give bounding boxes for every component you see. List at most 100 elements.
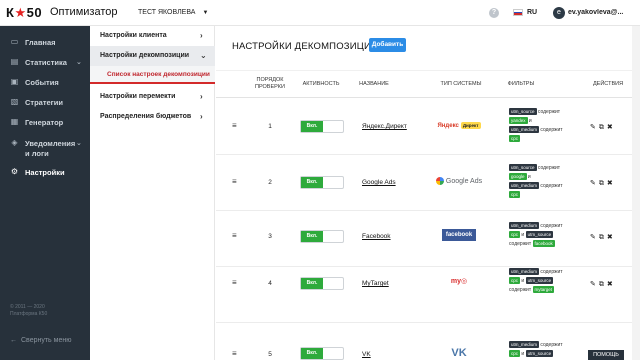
top-bar: К★50 Оптимизатор ТЕСТ ЯКОВЛЕВА ▼ ? RU e e… [0,0,640,26]
edit-icon[interactable]: ✎ [590,233,596,241]
filters-cell: utm_source содержит yandex и utm_medium … [509,108,563,143]
sidebar-item-generator[interactable]: ▦ Генератор [0,112,90,132]
column-actions: ДЕЙСТВИЯ [592,81,624,87]
chevron-right-icon: › [200,112,203,121]
filters-cell: utm_medium содержит cpc и utm_source сод… [509,268,563,294]
delete-icon[interactable]: ✖ [607,233,613,241]
project-selector[interactable]: ТЕСТ ЯКОВЛЕВА ▼ [138,9,208,16]
chart-icon: ▤ [10,57,19,66]
help-button[interactable]: ПОМОЩЬ [588,350,624,360]
star-icon: ★ [14,5,27,20]
caret-down-icon: ▼ [202,10,209,16]
collapse-menu-button[interactable]: ← Свернуть меню [10,337,75,344]
table-row: ≡ 2 Вкл. Google Ads Google Ads utm_sourc… [216,155,640,211]
copy-icon[interactable]: ⧉ [599,234,604,242]
edit-icon[interactable]: ✎ [590,123,596,131]
drag-handle-icon[interactable]: ≡ [232,349,237,358]
activity-toggle[interactable]: Вкл. [300,120,344,133]
activity-toggle[interactable]: Вкл. [300,347,344,360]
delete-icon[interactable]: ✖ [607,179,613,187]
copy-icon[interactable]: ⧉ [599,180,604,188]
filters-cell: utm_medium содержит cpc и utm_source [509,341,563,358]
yandex-direct-logo: Яндекс Директ [437,121,481,129]
sidebar-item-strategies[interactable]: ▧ Стратегии [0,92,90,112]
decomposition-name-link[interactable]: Google Ads [362,179,396,186]
subnav-item-decomposition-list[interactable]: Список настроек декомпозиции [90,66,215,84]
chevron-right-icon: › [200,92,203,101]
decomposition-name-link[interactable]: Facebook [362,233,391,240]
column-system[interactable]: ТИП СИСТЕМЫ [434,81,488,88]
row-actions: ✎⧉✖ [590,233,630,242]
delete-icon[interactable]: ✖ [607,280,613,288]
k50-logo[interactable]: К★50 [6,5,42,21]
drag-handle-icon[interactable]: ≡ [232,121,237,130]
add-button[interactable]: Добавить [369,38,406,52]
delete-icon[interactable]: ✖ [607,123,613,131]
drag-handle-icon[interactable]: ≡ [232,278,237,287]
sidebar-item-events[interactable]: ▣ События [0,72,90,92]
generator-icon: ▦ [10,117,19,126]
language-selector[interactable]: RU [527,9,537,16]
filters-cell: utm_medium содержит cpc и utm_source сод… [509,222,563,248]
target-icon: ◎ [461,278,468,285]
strategy-icon: ▧ [10,97,19,106]
table-row: ≡ 3 Вкл. Facebook facebook utm_medium со… [216,211,640,267]
subnav-item-client-settings[interactable]: Настройки клиента › [90,26,215,46]
column-order[interactable]: ПОРЯДОК ПРОВЕРКИ [252,77,288,91]
row-actions: ✎⧉✖ [590,280,630,289]
chevron-down-icon: ⌄ [76,140,82,147]
google-ads-icon [435,177,444,186]
google-ads-logo: Google Ads [434,175,484,189]
chevron-down-icon: ⌄ [76,59,82,66]
app-title: Оптимизатор [50,6,118,18]
flag-ru-icon[interactable] [513,9,523,16]
table-header: ПОРЯДОК ПРОВЕРКИ АКТИВНОСТЬ НАЗВАНИЕ ТИП … [216,70,640,98]
sidebar-item-statistics[interactable]: ▤ Статистика ⌄ [0,52,90,72]
avatar[interactable]: e [553,7,565,19]
filters-cell: utm_source содержит google и utm_medium … [509,164,563,199]
activity-toggle[interactable]: Вкл. [300,230,344,243]
facebook-logo: facebook [434,229,484,243]
decomposition-name-link[interactable]: VK [362,351,371,358]
main-content: НАСТРОЙКИ ДЕКОМПОЗИЦИИ Добавить ПОРЯДОК П… [216,26,640,360]
decomposition-name-link[interactable]: MyTarget [362,280,389,287]
copy-icon[interactable]: ⧉ [599,281,604,289]
subnav-item-decomposition-settings[interactable]: Настройки декомпозиции ⌄ [90,46,215,66]
drag-handle-icon[interactable]: ≡ [232,231,237,240]
sidebar-item-settings[interactable]: ⚙ Настройки [0,162,90,182]
monitor-icon: ▭ [10,37,19,46]
column-filters: ФИЛЬТРЫ [507,81,535,87]
page-title: НАСТРОЙКИ ДЕКОМПОЗИЦИИ [232,41,379,52]
sidebar: ▭ Главная ▤ Статистика ⌄ ▣ События ▧ Стр… [0,26,90,360]
copy-icon[interactable]: ⧉ [599,124,604,132]
column-activity[interactable]: АКТИВНОСТЬ [296,81,346,88]
edit-icon[interactable]: ✎ [590,280,596,288]
user-email[interactable]: ev.yakovleva@... [568,9,638,16]
row-actions: ✎⧉✖ [590,179,630,188]
column-name[interactable]: НАЗВАНИЕ [354,81,394,88]
edit-icon[interactable]: ✎ [590,179,596,187]
table-row: ≡ 1 Вкл. Яндекс.Директ Яндекс Директ utm_… [216,99,640,155]
gear-icon: ⚙ [10,167,19,176]
chevron-down-icon: ⌄ [200,51,207,60]
activity-toggle[interactable]: Вкл. [300,277,344,290]
help-icon[interactable]: ? [489,8,499,18]
scrollbar[interactable] [632,26,640,360]
sidebar-item-notifications[interactable]: ◈ Уведомления и логи ⌄ [0,133,90,161]
vk-logo: VK [451,347,467,359]
table-row: ≡ 5 Вкл. VK VK utm_medium содержит cpc и… [216,309,640,360]
copyright: © 2011 — 2020 Платформа К50 [10,304,48,317]
arrow-left-icon: ← [10,337,17,344]
chevron-right-icon: › [200,31,203,40]
mytarget-logo: my◎ [450,278,468,285]
activity-toggle[interactable]: Вкл. [300,176,344,189]
bell-icon: ◈ [11,138,18,147]
settings-subnav: Настройки клиента › Настройки декомпозиц… [90,26,215,360]
subnav-item-budget-distribution[interactable]: Распределения бюджетов › [90,107,215,127]
events-icon: ▣ [10,77,19,86]
drag-handle-icon[interactable]: ≡ [232,177,237,186]
subnav-item-variable-settings[interactable]: Настройки перемекти › [90,87,215,107]
row-actions: ✎⧉✖ [590,123,630,132]
sidebar-item-home[interactable]: ▭ Главная [0,32,90,52]
decomposition-name-link[interactable]: Яндекс.Директ [362,123,407,130]
